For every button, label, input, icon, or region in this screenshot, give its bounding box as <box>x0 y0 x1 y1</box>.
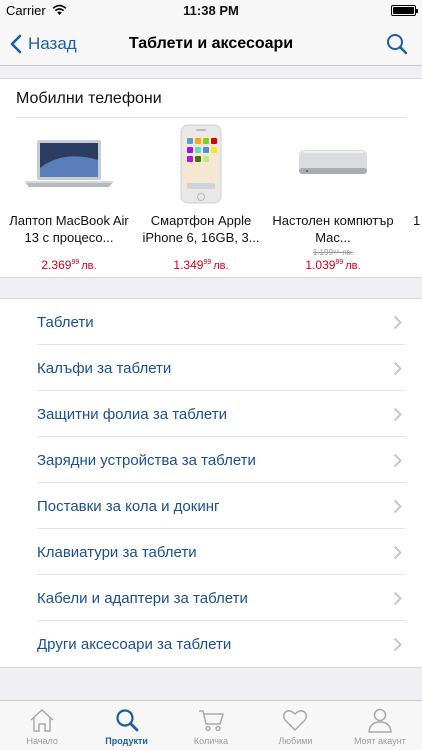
laptop-image <box>6 124 132 204</box>
battery-icon <box>391 5 418 16</box>
product-name: 1 <box>413 213 421 228</box>
category-item[interactable]: Други аксесоари за таблети <box>0 621 422 667</box>
category-label: Калъфи за таблети <box>37 360 172 377</box>
category-list: Таблети Калъфи за таблети Защитни фолиа … <box>0 298 422 668</box>
product-name: Настолен компютър Mac... <box>272 213 394 245</box>
old-price: 1.199⁹⁹ лв. <box>312 248 354 257</box>
product-card[interactable]: Смартфон Apple iPhone 6, 16GB, 3... 1.34… <box>138 124 264 272</box>
category-item[interactable]: Поставки за кола и докинг <box>0 483 422 529</box>
product-card[interactable]: Настолен компютър Mac... 1.199⁹⁹ лв. 1.0… <box>270 124 396 272</box>
product-price: 1.34999 лв. <box>173 258 229 272</box>
heart-icon <box>283 710 308 731</box>
chevron-right-icon <box>393 453 402 468</box>
back-label: Назад <box>28 34 77 53</box>
category-item[interactable]: Зарядни устройства за таблети <box>0 437 422 483</box>
chevron-right-icon <box>393 407 402 422</box>
product-name: Смартфон Apple iPhone 6, 16GB, 3... <box>142 213 260 245</box>
category-label: Кабели и адаптери за таблети <box>37 590 248 607</box>
search-icon <box>116 709 139 732</box>
category-label: Зарядни устройства за таблети <box>37 452 256 469</box>
tab-favorites[interactable]: Любими <box>253 701 337 750</box>
chevron-right-icon <box>393 315 402 330</box>
back-button[interactable]: Назад <box>10 30 77 58</box>
tab-label: Количка <box>193 736 229 746</box>
chevron-right-icon <box>393 545 402 560</box>
category-label: Клавиатури за таблети <box>37 544 197 561</box>
home-icon <box>30 708 54 732</box>
tab-label: Моят акаунт <box>353 736 406 746</box>
category-label: Други аксесоари за таблети <box>37 636 232 653</box>
category-item[interactable]: Защитни фолиа за таблети <box>0 391 422 437</box>
tab-label: Начало <box>26 736 58 746</box>
tab-products[interactable]: Продукти <box>84 701 168 750</box>
category-item[interactable]: Калъфи за таблети <box>0 345 422 391</box>
status-bar: Carrier 11:38 PM <box>0 0 422 22</box>
tab-cart[interactable]: Количка <box>169 701 253 750</box>
user-icon <box>368 708 392 733</box>
search-icon[interactable] <box>384 31 410 57</box>
product-price: 2.36999 лв. <box>41 258 97 272</box>
old-price <box>138 248 264 258</box>
section-title: Мобилни телефони <box>16 90 162 107</box>
chevron-right-icon <box>393 591 402 606</box>
desktop-image <box>270 124 396 204</box>
chevron-right-icon <box>393 499 402 514</box>
tab-label: Любими <box>278 736 313 746</box>
category-label: Поставки за кола и докинг <box>37 498 220 515</box>
product-card[interactable]: 1 <box>402 124 422 246</box>
product-card[interactable]: Лаптоп MacBook Air 13 с процесо... 2.369… <box>6 124 132 272</box>
smartphone-image <box>138 124 264 204</box>
category-label: Таблети <box>37 314 94 331</box>
chevron-right-icon <box>393 637 402 652</box>
chevron-right-icon <box>393 361 402 376</box>
divider <box>16 117 406 118</box>
category-item[interactable]: Таблети <box>0 299 422 345</box>
status-time: 11:38 PM <box>183 3 239 18</box>
category-item[interactable]: Клавиатури за таблети <box>0 529 422 575</box>
product-name: Лаптоп MacBook Air 13 с процесо... <box>9 213 129 245</box>
cart-icon <box>199 710 224 732</box>
product-price: 1.03999 лв. <box>305 258 361 272</box>
old-price <box>6 248 132 258</box>
navigation-bar: Назад Таблети и аксесоари <box>0 22 422 66</box>
featured-section: Мобилни телефони Лаптоп MacBook Air 13 с… <box>0 78 422 278</box>
category-label: Защитни фолиа за таблети <box>37 406 228 423</box>
tab-account[interactable]: Моят акаунт <box>338 701 422 750</box>
tab-bar: Начало Продукти Количка Любими Моят акау… <box>0 700 422 750</box>
chevron-left-icon <box>10 34 22 54</box>
category-item[interactable]: Кабели и адаптери за таблети <box>0 575 422 621</box>
tab-home[interactable]: Начало <box>0 701 84 750</box>
tab-label: Продукти <box>105 736 148 746</box>
